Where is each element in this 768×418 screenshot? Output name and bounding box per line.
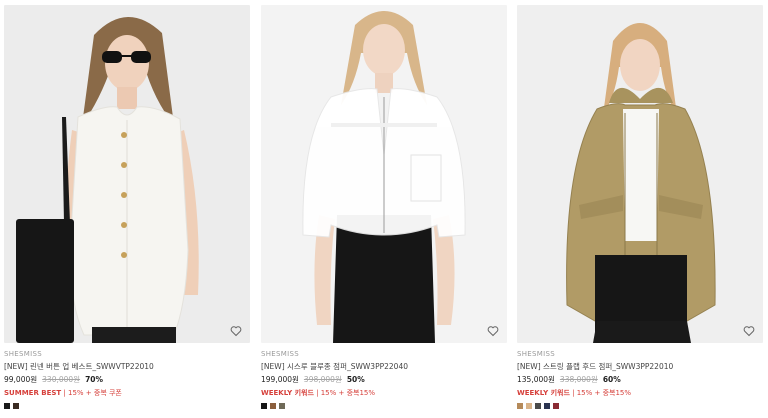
discount-rate: 60% [602,375,621,384]
color-swatch [4,403,10,409]
heart-outline-icon[interactable] [230,325,242,337]
product-photo-hood-jumper [517,5,763,343]
sale-price: 135,000원 [517,375,555,384]
promo-detail: | 15% + 중복15% [313,389,376,397]
product-name[interactable]: [NEW] 스트링 플랩 후드 점퍼_SWW3PP22010 [517,362,763,372]
color-swatch [13,403,19,409]
product-name[interactable]: [NEW] 린넨 버튼 업 베스트_SWWVTP22010 [4,362,250,372]
color-swatch [261,403,267,409]
sale-price: 99,000원 [4,375,38,384]
color-swatches [517,403,763,409]
color-swatch [544,403,550,409]
promo-text: WEEKLY 키워드 | 15% + 중복15% [261,388,507,398]
promo-text: WEEKLY 키워드 | 15% + 중복15% [517,388,763,398]
discount-rate: 70% [85,375,104,384]
product-image[interactable] [261,5,507,343]
product-card[interactable]: SHESMISS [NEW] 스트링 플랩 후드 점퍼_SWW3PP22010 … [517,5,763,409]
color-swatch [553,403,559,409]
color-swatch [279,403,285,409]
promo-keyword: SUMMER BEST [4,389,62,397]
product-photo-jumper [261,5,507,343]
sale-price: 199,000원 [261,375,299,384]
promo-keyword: WEEKLY 키워드 [517,389,570,397]
product-image[interactable] [4,5,250,343]
product-grid: SHESMISS [NEW] 린넨 버튼 업 베스트_SWWVTP22010 9… [0,0,768,418]
product-prices: 99,000원 330,000원 70% [4,375,250,385]
heart-outline-icon[interactable] [743,325,755,337]
product-name[interactable]: [NEW] 시스루 블루종 점퍼_SWW3PP22040 [261,362,507,372]
color-swatch [526,403,532,409]
product-photo-vest [4,5,250,343]
original-price: 338,000원 [559,375,598,384]
product-brand: SHESMISS [4,350,42,358]
heart-outline-icon[interactable] [487,325,499,337]
color-swatch [517,403,523,409]
color-swatch [270,403,276,409]
promo-text: SUMMER BEST | 15% + 중복 쿠폰 [4,388,250,398]
product-card[interactable]: SHESMISS [NEW] 시스루 블루종 점퍼_SWW3PP22040 19… [261,5,507,409]
promo-keyword: WEEKLY 키워드 [261,389,314,397]
color-swatch [535,403,541,409]
product-prices: 135,000원 338,000원 60% [517,375,763,385]
promo-detail: | 15% + 중복 쿠폰 [61,389,122,397]
discount-rate: 50% [346,375,365,384]
product-brand: SHESMISS [517,350,555,358]
color-swatches [261,403,507,409]
original-price: 330,000원 [42,375,81,384]
product-brand: SHESMISS [261,350,299,358]
color-swatches [4,403,250,409]
product-image[interactable] [517,5,763,343]
original-price: 398,000원 [303,375,342,384]
promo-detail: | 15% + 중복15% [569,389,632,397]
product-prices: 199,000원 398,000원 50% [261,375,507,385]
product-card[interactable]: SHESMISS [NEW] 린넨 버튼 업 베스트_SWWVTP22010 9… [4,5,250,409]
